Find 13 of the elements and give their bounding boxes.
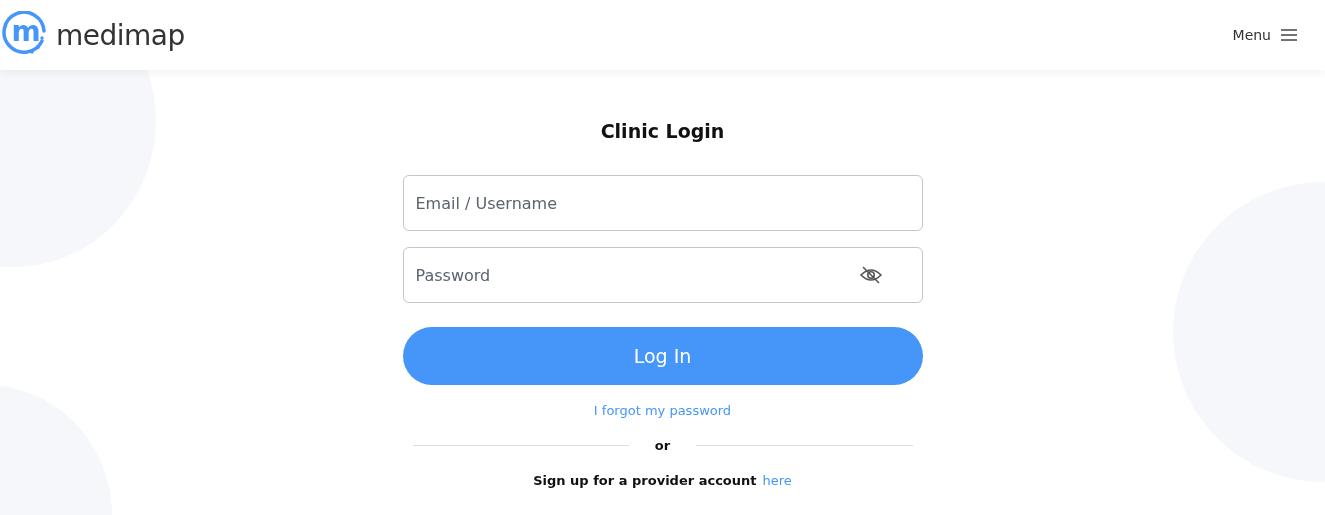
brand-name: medimap [56,18,185,52]
signup-text: Sign up for a provider account [533,473,757,488]
logo-mark: m [2,11,50,59]
login-button[interactable]: Log In [402,327,923,385]
signup-link[interactable]: here [762,473,792,488]
menu-button[interactable]: Menu [1228,23,1301,47]
password-field[interactable]: Password [402,247,923,303]
page-title: Clinic Login [600,120,725,142]
hidden-eye-icon[interactable] [858,265,883,285]
divider-label: or [653,438,672,453]
forgot-password-link[interactable]: I forgot my password [593,403,732,418]
email-field[interactable]: Email / Username [402,175,923,231]
menu-icon [1281,29,1297,41]
